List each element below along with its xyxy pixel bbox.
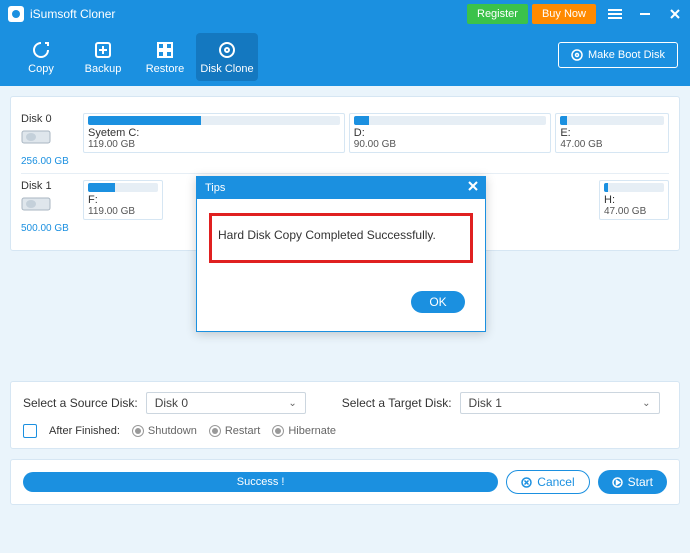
buy-now-button[interactable]: Buy Now bbox=[532, 4, 596, 24]
minimize-icon[interactable] bbox=[630, 0, 660, 28]
backup-icon bbox=[92, 39, 114, 61]
selection-panel: Select a Source Disk: Disk 0 ⌄ Select a … bbox=[10, 381, 680, 449]
content-area: Disk 0 256.00 GB Syetem C: 119.00 GB D: … bbox=[0, 86, 690, 553]
dialog-message: Hard Disk Copy Completed Successfully. bbox=[218, 228, 436, 242]
dialog-message-box: Hard Disk Copy Completed Successfully. bbox=[209, 213, 473, 263]
disk-name: Disk 0 bbox=[21, 113, 83, 125]
progress-text: Success ! bbox=[237, 476, 285, 488]
ok-button[interactable]: OK bbox=[411, 291, 465, 313]
partition[interactable]: E: 47.00 GB bbox=[555, 113, 669, 153]
tab-copy[interactable]: Copy bbox=[10, 33, 72, 81]
register-button[interactable]: Register bbox=[467, 4, 528, 24]
main-toolbar: Copy Backup Restore Disk Clone Make Boot… bbox=[0, 28, 690, 86]
partition-size: 47.00 GB bbox=[560, 139, 664, 150]
partition[interactable]: Syetem C: 119.00 GB bbox=[83, 113, 345, 153]
source-disk-value: Disk 0 bbox=[155, 396, 188, 410]
tab-copy-label: Copy bbox=[28, 63, 54, 75]
tab-backup[interactable]: Backup bbox=[72, 33, 134, 81]
cancel-button[interactable]: Cancel bbox=[506, 470, 589, 494]
partition[interactable]: D: 90.00 GB bbox=[349, 113, 552, 153]
shutdown-label: Shutdown bbox=[148, 425, 197, 437]
start-label: Start bbox=[628, 475, 653, 489]
boot-disk-icon bbox=[571, 49, 583, 61]
partition-size: 119.00 GB bbox=[88, 139, 340, 150]
close-icon[interactable] bbox=[660, 0, 690, 28]
shutdown-radio[interactable] bbox=[132, 425, 144, 437]
restart-label: Restart bbox=[225, 425, 260, 437]
after-finished-label: After Finished: bbox=[49, 425, 120, 437]
partition-size: 47.00 GB bbox=[604, 206, 664, 217]
hibernate-radio[interactable] bbox=[272, 425, 284, 437]
partition-name: E: bbox=[560, 127, 664, 139]
cancel-label: Cancel bbox=[537, 475, 574, 489]
dialog-title: Tips bbox=[205, 182, 225, 194]
target-disk-dropdown[interactable]: Disk 1 ⌄ bbox=[460, 392, 660, 414]
after-finished-checkbox[interactable] bbox=[23, 424, 37, 438]
menu-icon[interactable] bbox=[600, 0, 630, 28]
restart-radio[interactable] bbox=[209, 425, 221, 437]
dialog-title-bar: Tips bbox=[197, 177, 485, 199]
hibernate-label: Hibernate bbox=[288, 425, 336, 437]
tab-disk-clone[interactable]: Disk Clone bbox=[196, 33, 258, 81]
chevron-down-icon: ⌄ bbox=[288, 398, 296, 409]
tips-dialog: Tips Hard Disk Copy Completed Successful… bbox=[196, 176, 486, 332]
disk-row[interactable]: Disk 0 256.00 GB Syetem C: 119.00 GB D: … bbox=[21, 107, 669, 174]
partition-name: H: bbox=[604, 194, 664, 206]
target-disk-label: Select a Target Disk: bbox=[342, 396, 452, 410]
partition-name: D: bbox=[354, 127, 547, 139]
disk-size: 256.00 GB bbox=[21, 156, 83, 167]
tab-restore-label: Restore bbox=[146, 63, 185, 75]
disk-name: Disk 1 bbox=[21, 180, 83, 192]
partition-name: Syetem C: bbox=[88, 127, 340, 139]
cancel-icon bbox=[521, 477, 532, 488]
partition-size: 90.00 GB bbox=[354, 139, 547, 150]
title-bar: iSumsoft Cloner Register Buy Now bbox=[0, 0, 690, 28]
hdd-icon bbox=[21, 128, 51, 146]
disk-clone-icon bbox=[216, 39, 238, 61]
restore-icon bbox=[154, 39, 176, 61]
make-boot-disk-label: Make Boot Disk bbox=[588, 49, 665, 61]
play-icon bbox=[612, 477, 623, 488]
start-button[interactable]: Start bbox=[598, 470, 667, 494]
copy-icon bbox=[30, 39, 52, 61]
source-disk-dropdown[interactable]: Disk 0 ⌄ bbox=[146, 392, 306, 414]
app-title: iSumsoft Cloner bbox=[30, 7, 115, 21]
make-boot-disk-button[interactable]: Make Boot Disk bbox=[558, 42, 678, 68]
ok-label: OK bbox=[429, 295, 446, 309]
partition[interactable]: F: 119.00 GB bbox=[83, 180, 163, 220]
chevron-down-icon: ⌄ bbox=[642, 398, 650, 409]
hdd-icon bbox=[21, 195, 51, 213]
progress-bar: Success ! bbox=[23, 472, 498, 492]
dialog-close-icon[interactable] bbox=[467, 180, 479, 195]
partition[interactable]: H: 47.00 GB bbox=[599, 180, 669, 220]
tab-restore[interactable]: Restore bbox=[134, 33, 196, 81]
tab-disk-clone-label: Disk Clone bbox=[200, 63, 253, 75]
partition-name: F: bbox=[88, 194, 158, 206]
partition-size: 119.00 GB bbox=[88, 206, 158, 217]
disk-size: 500.00 GB bbox=[21, 223, 83, 234]
target-disk-value: Disk 1 bbox=[469, 396, 502, 410]
tab-backup-label: Backup bbox=[85, 63, 122, 75]
app-logo bbox=[8, 6, 24, 22]
bottom-panel: Success ! Cancel Start bbox=[10, 459, 680, 505]
source-disk-label: Select a Source Disk: bbox=[23, 396, 138, 410]
